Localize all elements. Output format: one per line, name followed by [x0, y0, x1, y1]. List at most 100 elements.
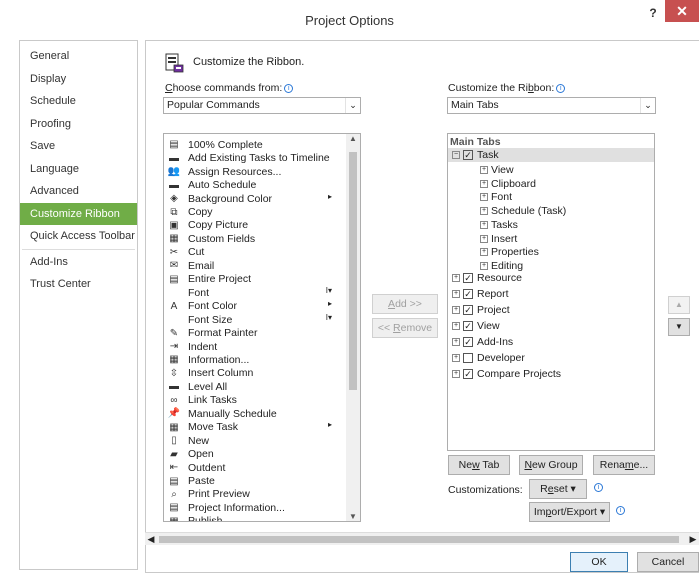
collapse-icon[interactable]: − [452, 151, 460, 159]
nav-quick-access-toolbar[interactable]: Quick Access Toolbar [20, 225, 137, 248]
scroll-left-icon[interactable]: ◀ [145, 533, 157, 546]
reset-button[interactable]: Reset ▾ [529, 479, 587, 499]
command-item[interactable]: ⇥ Indent [164, 340, 344, 354]
command-item[interactable]: ▦ Custom Fields [164, 232, 344, 246]
command-item[interactable]: ▤ Paste [164, 474, 344, 488]
tab-checkbox[interactable]: ✓ [463, 150, 473, 160]
command-item[interactable]: ✎ Format Painter [164, 326, 344, 340]
new-group-button[interactable]: New Group [519, 455, 583, 475]
tab-checkbox[interactable]: ✓ [463, 305, 473, 315]
nav-advanced[interactable]: Advanced [20, 180, 137, 203]
scroll-right-icon[interactable]: ▶ [687, 533, 699, 546]
rename-button[interactable]: Rename... [593, 455, 655, 475]
command-item[interactable]: ▬ Auto Schedule [164, 178, 344, 192]
expand-icon[interactable]: + [452, 354, 460, 362]
tree-group-item[interactable]: + View [480, 163, 514, 177]
tree-tab-item[interactable]: + ✓ Compare Projects [452, 367, 561, 381]
expand-icon[interactable]: + [480, 220, 488, 229]
command-item[interactable]: Font I▾ [164, 286, 344, 300]
expand-icon[interactable]: + [480, 248, 488, 257]
tab-checkbox[interactable]: ✓ [463, 337, 473, 347]
help-button[interactable]: ? [646, 6, 660, 22]
command-item[interactable]: ◈ Background Color ▸ [164, 192, 344, 206]
command-item[interactable]: ▦ Information... [164, 353, 344, 367]
nav-proofing[interactable]: Proofing [20, 113, 137, 136]
tree-tab-item[interactable]: + ✓ Resource [452, 271, 522, 285]
command-item[interactable]: ▬ Level All [164, 380, 344, 394]
new-tab-button[interactable]: New Tab [448, 455, 510, 475]
nav-add-ins[interactable]: Add-Ins [20, 251, 137, 274]
remove-button[interactable]: << Remove [372, 318, 438, 338]
command-item[interactable]: ⧉ Copy [164, 205, 344, 219]
command-item[interactable]: ▤ Project Information... [164, 501, 344, 515]
nav-general[interactable]: General [20, 45, 137, 68]
command-item[interactable]: ⇳ Insert Column [164, 367, 344, 381]
close-button[interactable]: ✕ [665, 0, 699, 22]
move-up-button[interactable]: ▲ [668, 296, 690, 314]
expand-icon[interactable]: + [452, 370, 460, 378]
commands-list[interactable]: ▲ ▼ ▤ 100% Complete ▬ Add Existing Tasks to… [163, 133, 361, 522]
expand-icon[interactable]: + [480, 166, 488, 174]
command-item[interactable]: ✂ Cut [164, 246, 344, 260]
tree-group-item[interactable]: + Schedule (Task) [480, 204, 566, 218]
import-export-button[interactable]: Import/Export ▾ [529, 502, 610, 522]
command-item[interactable]: ∞ Link Tasks [164, 394, 344, 408]
nav-display[interactable]: Display [20, 68, 137, 91]
command-item[interactable]: ✉ Email [164, 259, 344, 273]
nav-language[interactable]: Language [20, 158, 137, 181]
add-button[interactable]: Add >> [372, 294, 438, 314]
expand-icon[interactable]: + [480, 207, 488, 216]
customize-ribbon-select[interactable]: Main Tabs ⌄ [447, 97, 656, 114]
tree-tab-item[interactable]: + ✓ Project [452, 303, 510, 317]
command-item[interactable]: A Font Color ▸ [164, 299, 344, 313]
command-item[interactable]: ▤ Entire Project [164, 273, 344, 287]
expand-icon[interactable]: + [452, 306, 460, 314]
tab-checkbox[interactable]: ✓ [463, 273, 473, 283]
command-item[interactable]: ▯ New [164, 434, 344, 448]
expand-icon[interactable]: + [480, 261, 488, 270]
tree-tab-item[interactable]: + ✓ Report [452, 287, 509, 301]
command-item[interactable]: ⌕ Print Preview [164, 488, 344, 502]
tree-tab-item[interactable]: + ✓ Add-Ins [452, 335, 513, 349]
nav-customize-ribbon[interactable]: Customize Ribbon [20, 202, 137, 225]
cancel-button[interactable]: Cancel [637, 552, 699, 572]
tab-checkbox[interactable] [463, 353, 473, 363]
tab-checkbox[interactable]: ✓ [463, 369, 473, 379]
command-item[interactable]: ▤ 100% Complete [164, 138, 344, 152]
expand-icon[interactable]: + [480, 193, 488, 202]
ok-button[interactable]: OK [570, 552, 628, 572]
command-item[interactable]: ▦ Move Task ▸ [164, 420, 344, 434]
tab-checkbox[interactable]: ✓ [463, 289, 473, 299]
horizontal-scrollbar[interactable]: ◀ ▶ [145, 532, 699, 545]
choose-commands-select[interactable]: Popular Commands ⌄ [163, 97, 361, 114]
expand-icon[interactable]: + [480, 234, 488, 243]
scrollbar-thumb[interactable] [159, 536, 679, 543]
command-item[interactable]: Font Size I▾ [164, 313, 344, 327]
tree-tab-item[interactable]: + ✓ View [452, 319, 500, 333]
command-item[interactable]: ▬ Add Existing Tasks to Timeline [164, 151, 344, 165]
expand-icon[interactable]: + [452, 290, 460, 298]
command-item[interactable]: ⇤ Outdent [164, 461, 344, 475]
nav-trust-center[interactable]: Trust Center [20, 273, 137, 296]
tree-group-item[interactable]: + Tasks [480, 218, 518, 232]
ribbon-tree[interactable]: Main Tabs − ✓ Task + View + Clipboard + Font + Sch… [447, 133, 655, 451]
tree-group-item[interactable]: + Clipboard [480, 177, 536, 191]
command-item[interactable]: ▦ Publish [164, 515, 344, 521]
command-item[interactable]: 👥 Assign Resources... [164, 165, 344, 179]
tree-group-item[interactable]: + Properties [480, 245, 539, 259]
command-item[interactable]: ▰ Open [164, 447, 344, 461]
nav-save[interactable]: Save [20, 135, 137, 158]
scroll-down-icon[interactable]: ▼ [346, 512, 360, 521]
commands-scrollbar[interactable]: ▲ ▼ [346, 134, 360, 521]
tree-group-item[interactable]: + Insert [480, 232, 517, 246]
expand-icon[interactable]: + [452, 274, 460, 282]
tree-group-item[interactable]: + Font [480, 190, 512, 204]
move-down-button[interactable]: ▼ [668, 318, 690, 336]
expand-icon[interactable]: + [480, 179, 488, 188]
tree-tab-task[interactable]: − ✓ Task [452, 148, 499, 162]
nav-schedule[interactable]: Schedule [20, 90, 137, 113]
scroll-up-icon[interactable]: ▲ [346, 134, 360, 143]
tab-checkbox[interactable]: ✓ [463, 321, 473, 331]
command-item[interactable]: 📌 Manually Schedule [164, 407, 344, 421]
expand-icon[interactable]: + [452, 338, 460, 346]
